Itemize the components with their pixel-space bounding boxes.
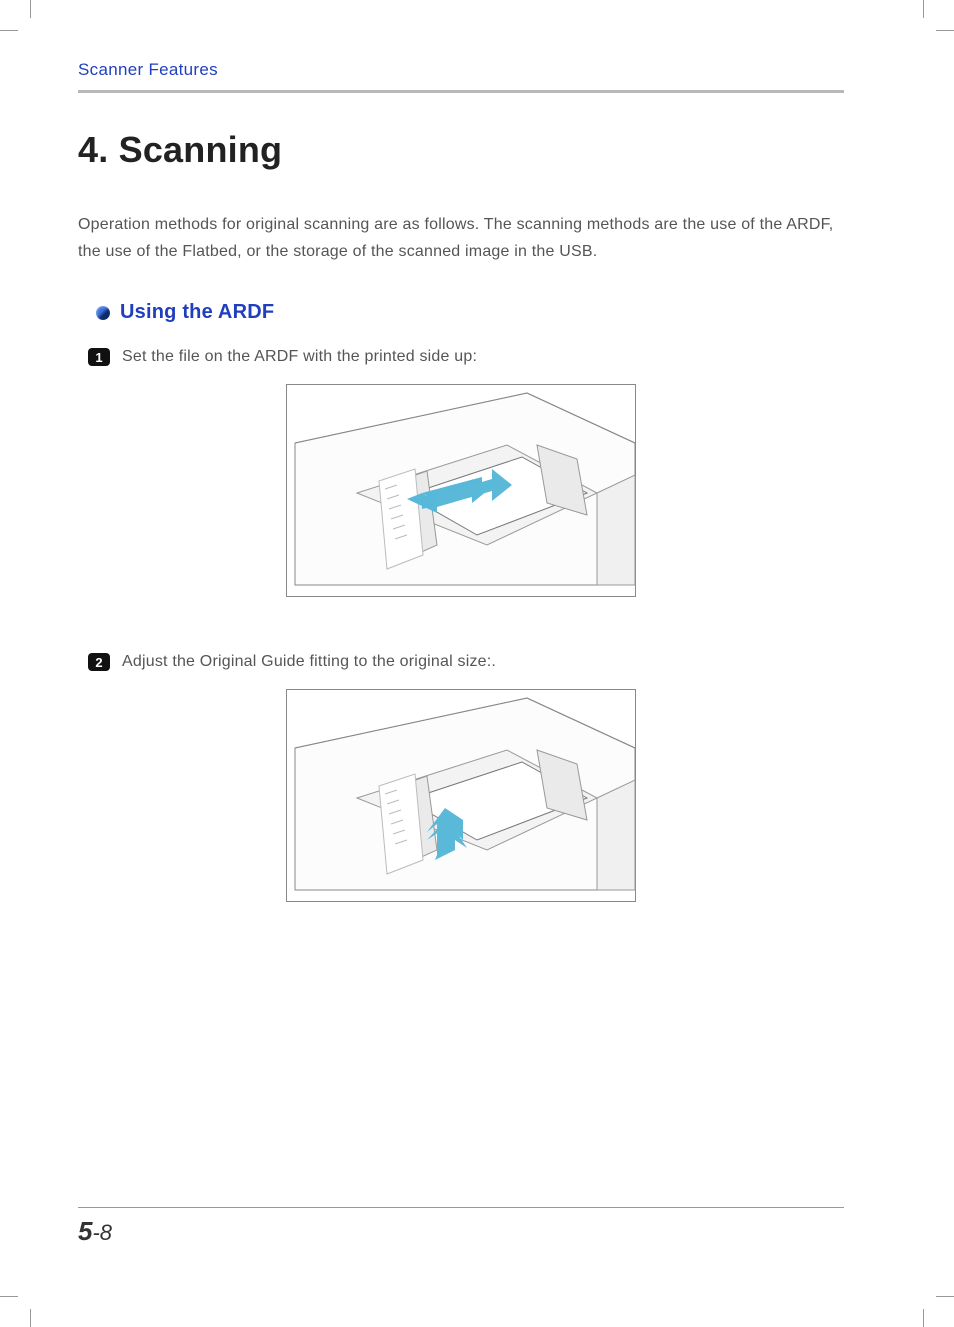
figure-1-wrap (78, 384, 844, 597)
step-1: 1 Set the file on the ARDF with the prin… (88, 348, 844, 366)
subsection-heading: Using the ARDF (120, 301, 274, 324)
figure-ardf-guide (286, 689, 636, 902)
page-dash: - (92, 1220, 99, 1245)
crop-mark (923, 0, 924, 18)
intro-paragraph: Operation methods for original scanning … (78, 211, 844, 265)
crop-mark (30, 0, 31, 18)
step-number-badge: 2 (88, 653, 110, 671)
step-number-badge: 1 (88, 348, 110, 366)
crop-mark (936, 30, 954, 31)
crop-mark (0, 30, 18, 31)
step-2: 2 Adjust the Original Guide fitting to t… (88, 653, 844, 671)
page-content: Scanner Features 4. Scanning Operation m… (78, 60, 844, 1247)
page-sub: 8 (100, 1220, 112, 1245)
header-rule (78, 90, 844, 93)
bullet-icon (96, 306, 110, 320)
crop-mark (936, 1296, 954, 1297)
chapter-number: 5 (78, 1216, 92, 1246)
figure-ardf-load (286, 384, 636, 597)
crop-mark (30, 1309, 31, 1327)
step-text: Adjust the Original Guide fitting to the… (122, 653, 496, 671)
page-title: 4. Scanning (78, 129, 844, 171)
page-footer: 5-8 (78, 1207, 844, 1247)
step-text: Set the file on the ARDF with the printe… (122, 348, 477, 366)
running-header: Scanner Features (78, 60, 844, 80)
crop-mark (923, 1309, 924, 1327)
footer-rule (78, 1207, 844, 1208)
subsection-heading-row: Using the ARDF (96, 301, 844, 324)
page-number: 5-8 (78, 1216, 844, 1247)
crop-mark (0, 1296, 18, 1297)
figure-2-wrap (78, 689, 844, 902)
